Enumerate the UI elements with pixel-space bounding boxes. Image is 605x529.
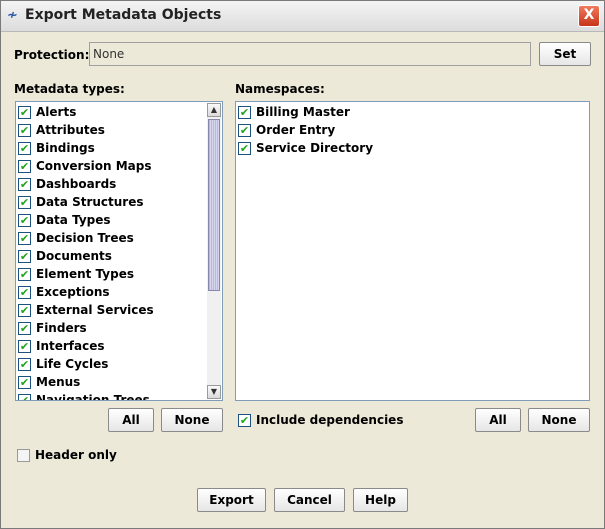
metadata-type-item-label: External Services bbox=[36, 303, 154, 317]
namespace-item-label: Order Entry bbox=[256, 123, 336, 137]
metadata-type-item-label: Data Types bbox=[36, 213, 111, 227]
checkbox-icon: ✔ bbox=[18, 304, 31, 317]
metadata-none-button[interactable]: None bbox=[161, 408, 223, 432]
header-only-label: Header only bbox=[35, 448, 117, 462]
checkbox-icon bbox=[17, 449, 30, 462]
metadata-type-item-label: Interfaces bbox=[36, 339, 105, 353]
checkbox-icon: ✔ bbox=[238, 106, 251, 119]
checkbox-icon: ✔ bbox=[18, 178, 31, 191]
namespace-item-label: Service Directory bbox=[256, 141, 374, 155]
checkbox-icon: ✔ bbox=[238, 142, 251, 155]
include-dependencies-label: Include dependencies bbox=[256, 413, 404, 427]
metadata-type-item-label: Documents bbox=[36, 249, 112, 263]
set-button[interactable]: Set bbox=[539, 42, 591, 66]
checkbox-icon: ✔ bbox=[18, 214, 31, 227]
help-button[interactable]: Help bbox=[353, 488, 408, 512]
checkbox-icon: ✔ bbox=[18, 376, 31, 389]
metadata-types-label: Metadata types: bbox=[14, 82, 125, 96]
protection-field: None bbox=[89, 42, 531, 66]
metadata-type-item-label: Element Types bbox=[36, 267, 135, 281]
checkbox-icon: ✔ bbox=[18, 340, 31, 353]
checkbox-icon: ✔ bbox=[238, 124, 251, 137]
metadata-type-item-label: Decision Trees bbox=[36, 231, 134, 245]
metadata-types-scrollbar[interactable]: ▲ ▼ bbox=[207, 103, 221, 399]
namespaces-all-button[interactable]: All bbox=[475, 408, 521, 432]
metadata-type-item-label: Conversion Maps bbox=[36, 159, 152, 173]
checkbox-icon: ✔ bbox=[18, 232, 31, 245]
title-bar[interactable]: ≁ Export Metadata Objects X bbox=[1, 1, 604, 32]
namespace-item-label: Billing Master bbox=[256, 105, 350, 119]
protection-label: Protection: bbox=[14, 48, 90, 62]
checkbox-icon: ✔ bbox=[18, 106, 31, 119]
checkbox-icon: ✔ bbox=[18, 196, 31, 209]
metadata-type-item-label: Finders bbox=[36, 321, 87, 335]
close-button[interactable]: X bbox=[578, 5, 600, 27]
checkbox-icon: ✔ bbox=[18, 124, 31, 137]
metadata-type-item-label: Navigation Trees bbox=[36, 393, 150, 401]
namespaces-label: Namespaces: bbox=[235, 82, 325, 96]
metadata-types-list[interactable]: ▲ ▼ ✔ Alerts ✔ Attributes ✔ Bindings ✔ Conversi… bbox=[15, 101, 223, 401]
metadata-type-item-label: Data Structures bbox=[36, 195, 144, 209]
checkbox-icon: ✔ bbox=[18, 286, 31, 299]
scroll-thumb[interactable] bbox=[208, 119, 220, 291]
checkbox-icon: ✔ bbox=[238, 414, 251, 427]
export-button[interactable]: Export bbox=[197, 488, 266, 512]
metadata-type-item-label: Attributes bbox=[36, 123, 105, 137]
metadata-type-item-label: Alerts bbox=[36, 105, 77, 119]
namespaces-list[interactable]: ✔ Billing Master ✔ Order Entry ✔ Service Dire… bbox=[235, 101, 590, 401]
app-icon: ≁ bbox=[7, 8, 18, 23]
checkbox-icon: ✔ bbox=[18, 250, 31, 263]
metadata-type-item-label: Exceptions bbox=[36, 285, 110, 299]
metadata-type-item-label: Life Cycles bbox=[36, 357, 109, 371]
checkbox-icon: ✔ bbox=[18, 394, 31, 400]
metadata-type-item-label: Dashboards bbox=[36, 177, 117, 191]
checkbox-icon: ✔ bbox=[18, 268, 31, 281]
metadata-all-button[interactable]: All bbox=[108, 408, 154, 432]
checkbox-icon: ✔ bbox=[18, 358, 31, 371]
namespaces-none-button[interactable]: None bbox=[528, 408, 590, 432]
scroll-up-icon[interactable]: ▲ bbox=[207, 103, 221, 117]
metadata-type-item-label: Menus bbox=[36, 375, 81, 389]
metadata-type-item-label: Bindings bbox=[36, 141, 95, 155]
export-metadata-dialog: ≁ Export Metadata Objects X Protection: … bbox=[0, 0, 605, 529]
cancel-button[interactable]: Cancel bbox=[274, 488, 345, 512]
checkbox-icon: ✔ bbox=[18, 322, 31, 335]
checkbox-icon: ✔ bbox=[18, 142, 31, 155]
window-title: Export Metadata Objects bbox=[25, 7, 222, 23]
checkbox-icon: ✔ bbox=[18, 160, 31, 173]
scroll-down-icon[interactable]: ▼ bbox=[207, 385, 221, 399]
